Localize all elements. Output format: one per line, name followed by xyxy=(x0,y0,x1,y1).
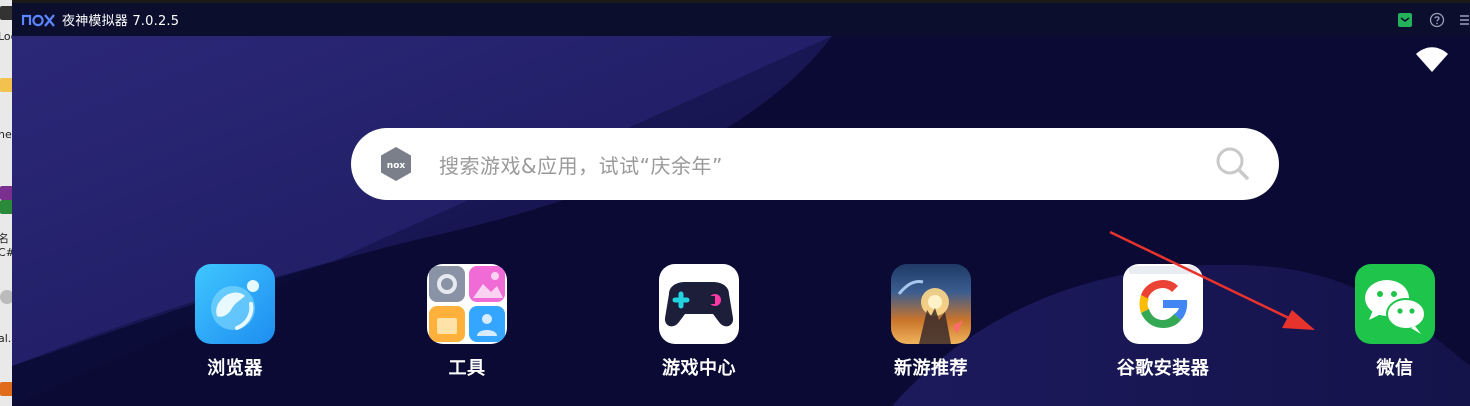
app-browser[interactable]: 浏览器 xyxy=(175,264,295,404)
game-center-icon[interactable] xyxy=(659,264,739,344)
title-bar-controls xyxy=(1384,9,1470,31)
svg-text:nox: nox xyxy=(387,161,406,171)
window-title: 夜神模拟器 7.0.2.5 xyxy=(62,14,180,29)
app-google-installer[interactable]: 谷歌安装器 xyxy=(1103,264,1223,404)
search-bar[interactable]: nox 搜索游戏&应用，试试“庆余年” xyxy=(351,128,1279,200)
nox-logo-icon xyxy=(22,12,56,28)
help-icon[interactable] xyxy=(1426,9,1448,31)
google-installer-icon[interactable] xyxy=(1123,264,1203,344)
app-label: 游戏中心 xyxy=(662,358,736,379)
browser-icon[interactable] xyxy=(195,264,275,344)
app-label: 谷歌安装器 xyxy=(1116,358,1210,379)
android-home-screen: nox 搜索游戏&应用，试试“庆余年” 浏览器 工具 游戏中心 新游推荐 谷歌安… xyxy=(12,36,1470,406)
app-label: 微信 xyxy=(1376,358,1414,379)
app-label: 新游推荐 xyxy=(894,358,968,379)
menu-icon[interactable] xyxy=(1458,9,1470,31)
app-wechat[interactable]: 微信 xyxy=(1335,264,1455,404)
emulator-window: 夜神模拟器 7.0.2.5 nox 搜索游戏&应用，试试“庆余年” 浏览器 工具… xyxy=(12,0,1470,406)
app-label: 浏览器 xyxy=(207,358,263,379)
search-icon[interactable] xyxy=(1215,146,1251,182)
wifi-icon xyxy=(1414,46,1450,78)
app-game-center[interactable]: 游戏中心 xyxy=(639,264,759,404)
mail-icon[interactable] xyxy=(1394,9,1416,31)
search-placeholder[interactable]: 搜索游戏&应用，试试“庆余年” xyxy=(439,150,723,179)
nox-hex-icon: nox xyxy=(379,146,413,182)
app-label: 工具 xyxy=(448,358,486,379)
app-dock: 浏览器 工具 游戏中心 新游推荐 谷歌安装器 微信 xyxy=(12,264,1470,404)
app-new-games[interactable]: 新游推荐 xyxy=(871,264,991,404)
wechat-icon[interactable] xyxy=(1355,264,1435,344)
new-games-icon[interactable] xyxy=(891,264,971,344)
app-tools[interactable]: 工具 xyxy=(407,264,527,404)
title-bar: 夜神模拟器 7.0.2.5 xyxy=(12,0,1470,36)
tools-icon[interactable] xyxy=(427,264,507,344)
